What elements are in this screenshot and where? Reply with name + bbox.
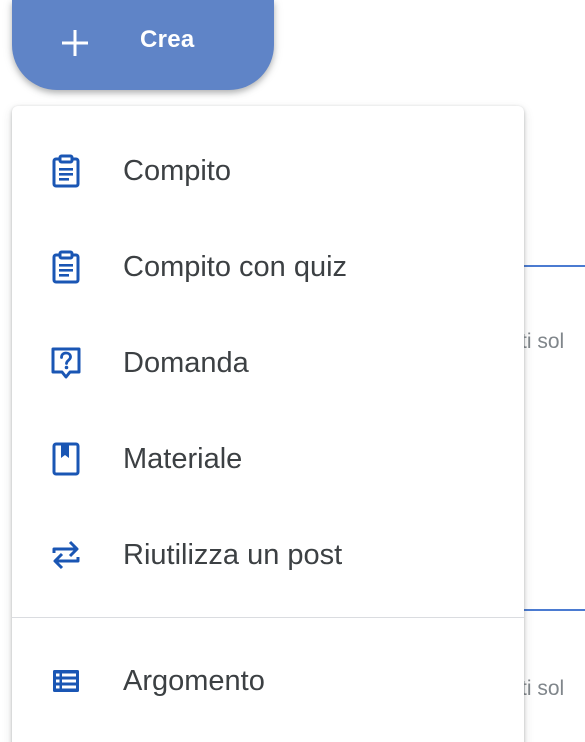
background-snippet: ti sol <box>521 677 565 700</box>
stream-divider <box>520 265 585 267</box>
menu-item-label: Materiale <box>123 443 243 475</box>
menu-item-reuse-post[interactable]: Riutilizza un post <box>12 515 524 595</box>
menu-divider <box>12 617 524 618</box>
menu-item-topic[interactable]: Argomento <box>12 641 524 721</box>
create-menu: Compito Compito con quiz Domanda Materia… <box>12 106 524 742</box>
stream-divider <box>520 609 585 611</box>
plus-icon <box>62 30 88 56</box>
menu-item-label: Compito <box>123 155 231 187</box>
menu-item-label: Riutilizza un post <box>123 539 343 571</box>
background-snippet: ti sol <box>521 330 565 353</box>
reuse-post-icon <box>52 540 80 570</box>
material-icon <box>52 442 80 476</box>
topic-icon <box>53 670 79 692</box>
menu-item-label: Compito con quiz <box>123 251 348 283</box>
assignment-icon <box>52 154 80 188</box>
menu-item-label: Argomento <box>123 665 265 697</box>
menu-item-question[interactable]: Domanda <box>12 323 524 403</box>
classroom-page: ti sol ti sol Crea Compito Compito con q… <box>0 0 585 742</box>
question-icon <box>51 347 81 379</box>
quiz-assignment-icon <box>52 250 80 284</box>
menu-item-label: Domanda <box>123 347 249 379</box>
menu-item-quiz-assignment[interactable]: Compito con quiz <box>12 227 524 307</box>
menu-item-assignment[interactable]: Compito <box>12 131 524 211</box>
menu-item-material[interactable]: Materiale <box>12 419 524 499</box>
create-button[interactable]: Crea <box>12 0 274 90</box>
create-button-label: Crea <box>140 26 195 53</box>
